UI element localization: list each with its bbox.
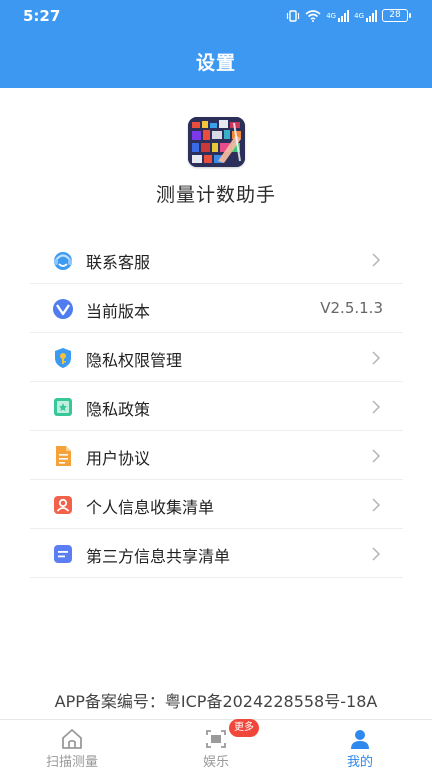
tab-scan-measure[interactable]: 扫描测量: [0, 720, 144, 768]
menu-item-personal-info-list[interactable]: 个人信息收集清单: [30, 480, 403, 529]
app-name: 测量计数助手: [155, 184, 276, 206]
status-time: 5:27: [23, 7, 61, 25]
tab-label: 娱乐: [202, 755, 229, 768]
tab-label: 我的: [346, 755, 373, 768]
status-bar: 5:27 4G 4G 28: [0, 0, 432, 34]
document-icon: [56, 446, 71, 466]
version-value: V2.5.1.3: [320, 299, 383, 317]
header-bar: 5:27 4G 4G 28 设置: [0, 0, 432, 88]
chevron-right-icon: [372, 351, 381, 365]
battery-level: 28: [389, 10, 401, 20]
privacy-policy-icon: [54, 398, 72, 416]
signal-icon-1: [338, 9, 350, 22]
icp-record-number: APP备案编号：粤ICP备2024228558号-18A: [54, 692, 378, 711]
person-card-icon: [54, 496, 72, 514]
wifi-icon: [305, 9, 321, 22]
person-icon: [351, 730, 369, 749]
menu-item-label: 联系客服: [86, 253, 151, 272]
tab-mine[interactable]: 我的: [288, 720, 432, 768]
menu-item-user-agreement[interactable]: 用户协议: [30, 431, 403, 480]
chevron-right-icon: [372, 449, 381, 463]
app-logo-icon: [188, 117, 245, 167]
menu-item-label: 第三方信息共享清单: [86, 547, 231, 566]
menu-item-current-version[interactable]: 当前版本 V2.5.1.3: [30, 284, 403, 333]
chevron-right-icon: [372, 400, 381, 414]
tab-entertainment[interactable]: 娱乐: [144, 720, 288, 768]
signal-icon-2: [366, 9, 377, 22]
battery-icon: 28: [382, 9, 411, 22]
more-badge: 更多: [229, 719, 259, 737]
status-icons: 4G 4G 28: [286, 9, 411, 22]
menu-item-label: 隐私政策: [86, 400, 151, 419]
chevron-right-icon: [372, 547, 381, 561]
vibrate-icon: [287, 9, 300, 22]
scan-frame-icon: [206, 730, 226, 748]
page-title: 设置: [195, 52, 236, 74]
menu-item-label: 个人信息收集清单: [86, 498, 215, 517]
menu-item-label: 用户协议: [86, 449, 151, 468]
menu-item-third-party-sharing[interactable]: 第三方信息共享清单: [30, 529, 403, 578]
menu-item-privacy-permissions[interactable]: 隐私权限管理: [30, 333, 403, 382]
network-label-2: 4G: [354, 11, 364, 20]
chevron-right-icon: [372, 498, 381, 512]
headset-icon: [54, 252, 72, 270]
chevron-right-icon: [372, 253, 381, 267]
menu-item-contact-support[interactable]: 联系客服: [30, 235, 403, 284]
shield-key-icon: [55, 348, 71, 368]
menu-item-label: 当前版本: [86, 302, 151, 321]
settings-menu: 联系客服 当前版本 V2.5.1.3 隐私权限管理 隐私政策 用户协议 个人信息…: [30, 235, 403, 578]
menu-item-label: 隐私权限管理: [86, 351, 183, 370]
tab-label: 扫描测量: [45, 755, 98, 768]
home-icon: [62, 729, 82, 749]
network-label-1: 4G: [326, 11, 337, 20]
menu-item-privacy-policy[interactable]: 隐私政策: [30, 382, 403, 431]
list-icon: [54, 545, 72, 563]
version-icon: [53, 299, 73, 319]
bottom-tab-bar: 扫描测量 娱乐 更多 我的: [0, 719, 432, 768]
